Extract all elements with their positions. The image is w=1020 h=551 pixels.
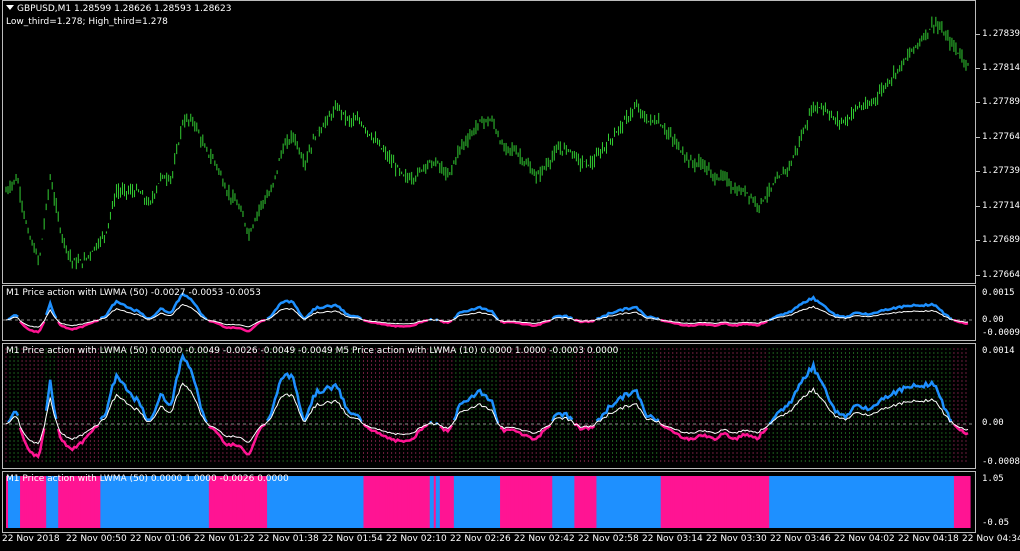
oscillator-line	[768, 295, 953, 322]
time-label: 22 Nov 00:50	[66, 534, 127, 544]
price-tick: 1.27664	[982, 270, 1020, 280]
indicator-pane-1[interactable]: M1 Price action with LWMA (50) -0.0027 -…	[0, 285, 1020, 341]
price-bars	[5, 16, 969, 270]
time-label: 22 Nov 01:06	[130, 534, 191, 544]
indicator-tick: -0.05	[982, 518, 1010, 528]
time-label: 22 Nov 01:54	[322, 534, 383, 544]
indicator-tick: 0.00	[982, 418, 1004, 428]
price-tick: 1.27714	[982, 201, 1020, 211]
time-label: 22 Nov 02:42	[514, 534, 575, 544]
chart-header: GBPUSD,M1 1.28599 1.28626 1.28593 1.2862…	[6, 4, 231, 15]
time-label: 22 Nov 04:18	[898, 534, 959, 544]
indicator-tick: 1.05	[982, 474, 1004, 484]
price-tick: 1.27689	[982, 235, 1020, 245]
time-label: 22 Nov 03:30	[706, 534, 767, 544]
price-pane[interactable]: GBPUSD,M1 1.28599 1.28626 1.28593 1.2862…	[0, 0, 1020, 284]
indicator-tick: 0.00	[982, 315, 1004, 325]
histogram-column	[967, 476, 971, 528]
indicator-pane-2[interactable]: M1 Price action with LWMA (50) 0.0000 -0…	[0, 343, 1020, 469]
indicator-lines-2	[3, 348, 975, 464]
time-label: 22 Nov 02:58	[578, 534, 639, 544]
chart-subheader: Low_third=1.278; High_third=1.278	[6, 17, 168, 27]
price-tick: 1.27764	[982, 132, 1020, 142]
time-label: 22 Nov 01:22	[194, 534, 255, 544]
time-label: 22 Nov 03:46	[770, 534, 831, 544]
price-axis: 1.27839 1.27814 1.27789 1.27764 1.27739 …	[976, 0, 1020, 284]
price-tick: 1.27814	[982, 63, 1020, 73]
indicator-title-3: M1 Price action with LWMA (50) 0.0000 1.…	[6, 474, 289, 484]
indicator-axis-2: 0.0014 0.00 -0.0008	[978, 343, 1020, 469]
oscillator-line	[595, 389, 660, 423]
indicator-title-1: M1 Price action with LWMA (50) -0.0027 -…	[6, 288, 261, 298]
indicator-tick: -0.0008	[982, 457, 1020, 467]
dropdown-triangle-icon[interactable]	[6, 5, 14, 10]
indicator-tick: 0.0015	[982, 288, 1015, 298]
price-tick: 1.27839	[982, 29, 1020, 39]
signal-line	[5, 303, 969, 328]
indicator-plot-2[interactable]	[2, 343, 976, 469]
indicator-axis-1: 0.0015 0.00 -0.0009	[978, 285, 1020, 341]
oscillator-line	[768, 359, 953, 425]
time-label: 22 Nov 2018	[2, 534, 60, 544]
time-label: 22 Nov 04:34	[962, 534, 1020, 544]
indicator-tick: -0.0009	[982, 328, 1020, 338]
indicator-axis-3: 1.05 -0.05	[978, 471, 1020, 533]
price-plot[interactable]	[2, 0, 976, 284]
time-label: 22 Nov 01:38	[258, 534, 319, 544]
indicator-tick: 0.0014	[982, 346, 1015, 356]
time-label: 22 Nov 03:14	[642, 534, 703, 544]
indicator-pane-3[interactable]: M1 Price action with LWMA (50) 0.0000 1.…	[0, 471, 1020, 533]
time-label: 22 Nov 02:10	[386, 534, 447, 544]
price-tick: 1.27789	[982, 97, 1020, 107]
indicator-title-2: M1 Price action with LWMA (50) 0.0000 -0…	[6, 346, 619, 356]
time-label: 22 Nov 04:02	[834, 534, 895, 544]
time-label: 22 Nov 02:26	[450, 534, 511, 544]
price-tick: 1.27739	[982, 166, 1020, 176]
oscillator-line	[45, 299, 58, 319]
